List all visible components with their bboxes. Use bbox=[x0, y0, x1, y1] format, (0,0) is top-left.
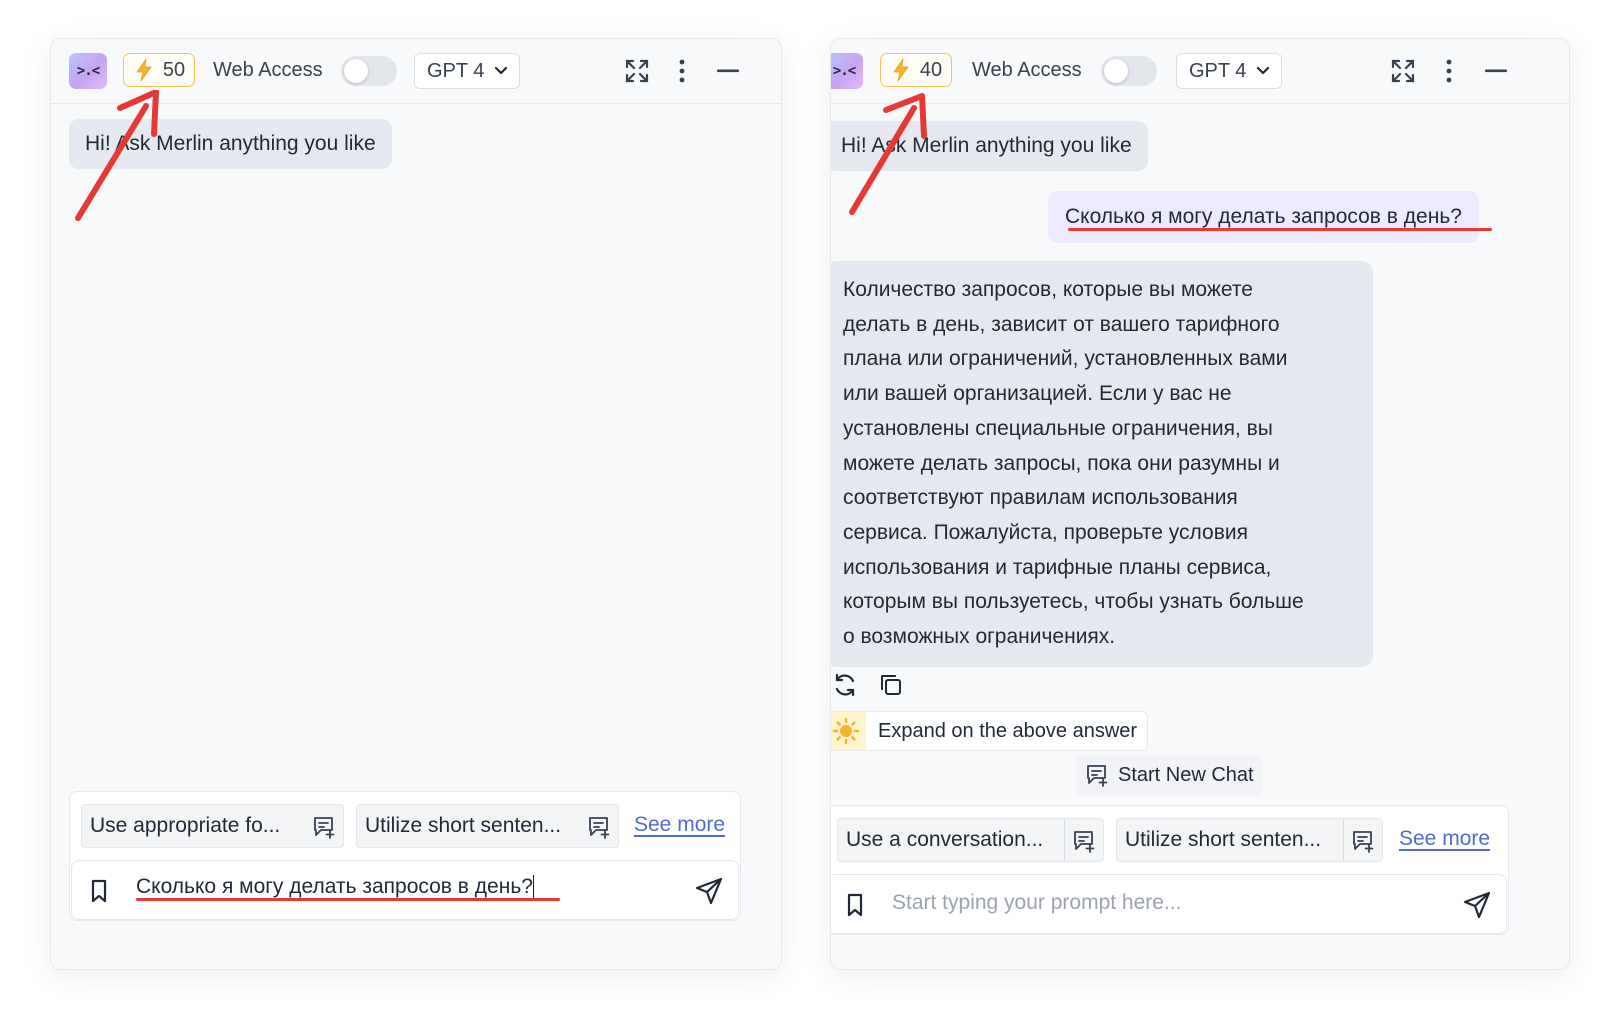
lightning-icon bbox=[893, 58, 909, 82]
bookmark-icon[interactable] bbox=[844, 892, 866, 918]
web-access-toggle[interactable] bbox=[341, 56, 397, 86]
suggestion-label: Utilize short senten... bbox=[365, 814, 562, 837]
model-select[interactable]: GPT 4 bbox=[414, 53, 520, 89]
suggestion-label: Use appropriate fo... bbox=[90, 814, 281, 837]
response-line: которым вы пользуетесь, чтобы узнать бол… bbox=[843, 590, 1304, 614]
merlin-logo: >.< bbox=[69, 53, 107, 89]
new-chat-label: Start New Chat bbox=[1118, 763, 1254, 786]
model-select[interactable]: GPT 4 bbox=[1176, 53, 1282, 89]
suggestion-label: Utilize short senten... bbox=[1125, 828, 1322, 851]
credits-badge[interactable]: 40 bbox=[880, 53, 952, 87]
expand-answer-button[interactable]: Expand on the above answer bbox=[831, 711, 1149, 751]
merlin-logo: >.< bbox=[831, 53, 863, 89]
response-line: можете делать запросы, пока они разумны … bbox=[843, 451, 1280, 475]
response-line: соответствуют правилам использования bbox=[843, 486, 1238, 510]
panel-header: >.< 40 Web Access GPT 4 bbox=[831, 39, 1569, 104]
greeting-bubble: Hi! Ask Merlin anything you like bbox=[831, 121, 1148, 171]
more-options-icon[interactable] bbox=[668, 57, 696, 85]
response-line: или вашей организацией. Если у вас не bbox=[843, 382, 1232, 406]
web-access-label: Web Access bbox=[213, 59, 323, 81]
response-line: установлены специальные ограничения, вы bbox=[843, 416, 1273, 440]
greeting-bubble: Hi! Ask Merlin anything you like bbox=[69, 119, 392, 169]
prompt-footer: Use a conversation... Utilize short sent… bbox=[831, 805, 1509, 935]
sun-icon bbox=[831, 712, 866, 750]
expand-icon[interactable] bbox=[1389, 57, 1417, 85]
toggle-knob bbox=[344, 59, 368, 83]
web-access-toggle[interactable] bbox=[1101, 56, 1157, 86]
assistant-response: Количество запросов, которые вы можете д… bbox=[831, 261, 1373, 667]
prompt-text: Сколько я могу делать запросов в день? bbox=[136, 875, 533, 898]
chat-panel-after: >.< 40 Web Access GPT 4 Hi! Ask Merlin a… bbox=[830, 38, 1570, 970]
copy-icon[interactable] bbox=[878, 672, 904, 698]
response-line: о возможных ограничениях. bbox=[843, 625, 1116, 649]
chat-panel-before: >.< 50 Web Access GPT 4 Hi! Ask Merlin a… bbox=[50, 38, 782, 970]
chip-divider bbox=[1064, 819, 1065, 861]
minimize-icon[interactable] bbox=[1482, 57, 1510, 85]
chevron-down-icon bbox=[1257, 66, 1270, 75]
model-label: GPT 4 bbox=[427, 59, 485, 82]
regenerate-icon[interactable] bbox=[832, 672, 858, 698]
suggestion-chip[interactable]: Utilize short senten... bbox=[356, 804, 619, 848]
annotation-underline bbox=[1068, 228, 1492, 231]
suggestion-chip[interactable]: Use a conversation... bbox=[837, 818, 1104, 862]
prompt-input-value: Сколько я могу делать запросов в день? bbox=[136, 875, 535, 900]
send-icon[interactable] bbox=[694, 876, 724, 906]
response-line: использования и тарифные планы сервиса, bbox=[843, 555, 1272, 579]
message-plus-icon bbox=[1353, 831, 1374, 853]
web-access-label: Web Access bbox=[972, 59, 1082, 81]
credits-count: 50 bbox=[162, 58, 186, 81]
more-options-icon[interactable] bbox=[1435, 57, 1463, 85]
toggle-knob bbox=[1104, 59, 1128, 83]
message-plus-icon bbox=[314, 817, 335, 839]
suggestion-chip[interactable]: Use appropriate fo... bbox=[81, 804, 344, 848]
lightning-icon bbox=[136, 58, 152, 82]
prompt-input[interactable]: Start typing your prompt here... bbox=[831, 874, 1507, 934]
prompt-placeholder: Start typing your prompt here... bbox=[892, 891, 1182, 914]
prompt-footer: Use appropriate fo... Utilize short sent… bbox=[69, 791, 741, 921]
message-plus-icon bbox=[1074, 831, 1095, 853]
credits-badge[interactable]: 50 bbox=[123, 53, 195, 87]
annotation-underline bbox=[136, 898, 560, 901]
chevron-down-icon bbox=[495, 66, 508, 75]
message-plus-icon bbox=[1087, 765, 1108, 787]
expand-label: Expand on the above answer bbox=[878, 719, 1138, 742]
expand-icon[interactable] bbox=[623, 57, 651, 85]
message-plus-icon bbox=[589, 817, 610, 839]
response-line: плана или ограничений, установленных вам… bbox=[843, 347, 1288, 371]
text-caret bbox=[532, 875, 535, 900]
minimize-icon[interactable] bbox=[714, 57, 742, 85]
see-more-link[interactable]: See more bbox=[634, 813, 725, 837]
see-more-link[interactable]: See more bbox=[1399, 827, 1490, 851]
prompt-input[interactable]: Сколько я могу делать запросов в день? bbox=[71, 860, 739, 920]
chip-divider bbox=[1343, 819, 1344, 861]
model-label: GPT 4 bbox=[1189, 59, 1247, 82]
user-message-bubble: Сколько я могу делать запросов в день? bbox=[1048, 191, 1479, 243]
start-new-chat-button[interactable]: Start New Chat bbox=[1076, 755, 1262, 795]
response-line: делать в день, зависит от вашего тарифно… bbox=[843, 312, 1280, 336]
suggestion-chip[interactable]: Utilize short senten... bbox=[1116, 818, 1383, 862]
suggestion-label: Use a conversation... bbox=[846, 828, 1044, 851]
credits-count: 40 bbox=[919, 58, 943, 81]
send-icon[interactable] bbox=[1462, 890, 1492, 920]
panel-header: >.< 50 Web Access GPT 4 bbox=[51, 39, 781, 104]
bookmark-icon[interactable] bbox=[88, 878, 110, 904]
response-line: сервиса. Пожалуйста, проверьте условия bbox=[843, 520, 1248, 544]
response-line: Количество запросов, которые вы можете bbox=[843, 278, 1253, 301]
